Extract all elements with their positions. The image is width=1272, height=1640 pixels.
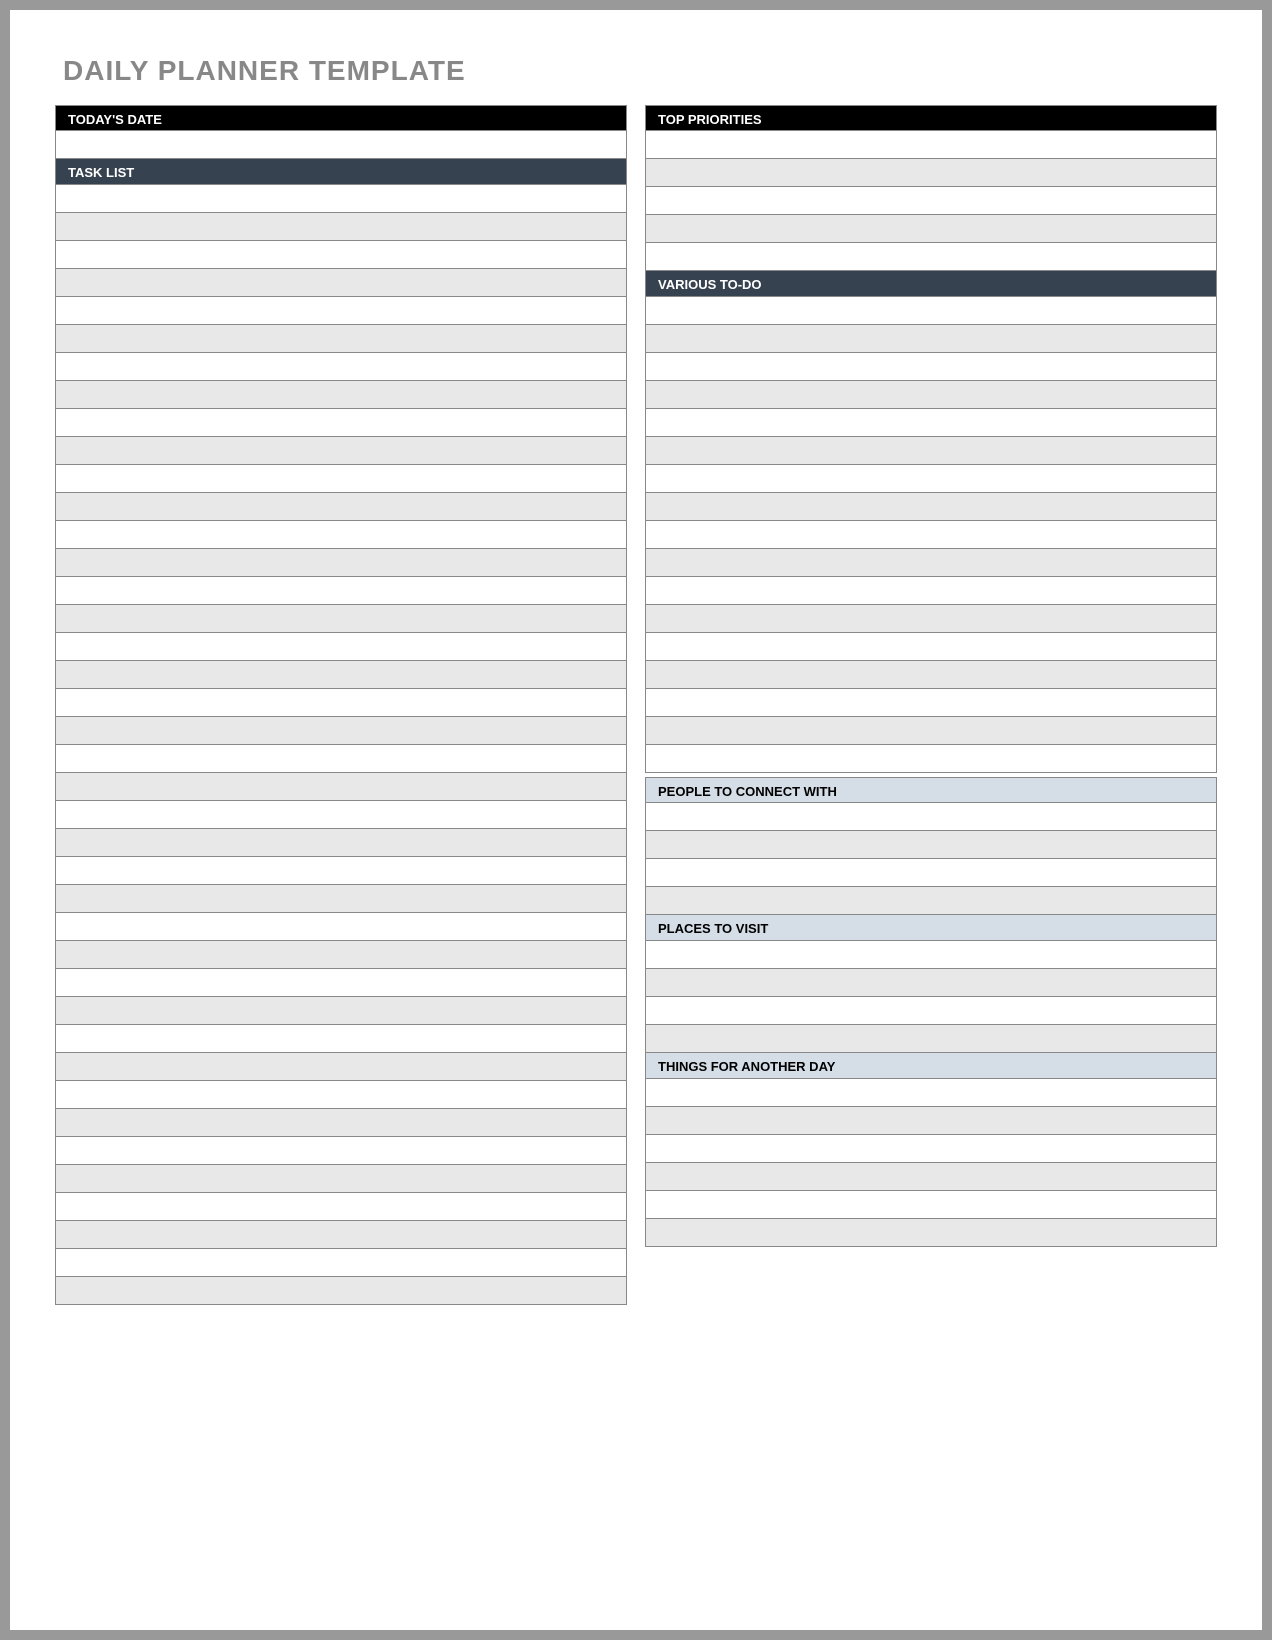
task-row[interactable]	[55, 437, 627, 465]
todo-row[interactable]	[645, 353, 1217, 381]
task-row[interactable]	[55, 1081, 627, 1109]
task-row[interactable]	[55, 465, 627, 493]
people-row[interactable]	[645, 887, 1217, 915]
task-row[interactable]	[55, 829, 627, 857]
page-title: DAILY PLANNER TEMPLATE	[63, 55, 1217, 87]
priority-row[interactable]	[645, 131, 1217, 159]
another-row[interactable]	[645, 1079, 1217, 1107]
task-row[interactable]	[55, 1249, 627, 1277]
todo-row[interactable]	[645, 577, 1217, 605]
task-row[interactable]	[55, 857, 627, 885]
people-connect-header: PEOPLE TO CONNECT WITH	[645, 777, 1217, 803]
task-row[interactable]	[55, 745, 627, 773]
priority-row[interactable]	[645, 159, 1217, 187]
another-row[interactable]	[645, 1191, 1217, 1219]
priority-row[interactable]	[645, 243, 1217, 271]
task-list-header: TASK LIST	[55, 159, 627, 185]
task-row[interactable]	[55, 913, 627, 941]
todo-row[interactable]	[645, 409, 1217, 437]
task-row[interactable]	[55, 269, 627, 297]
top-priorities-header: TOP PRIORITIES	[645, 105, 1217, 131]
todo-row[interactable]	[645, 661, 1217, 689]
task-row[interactable]	[55, 969, 627, 997]
todo-row[interactable]	[645, 521, 1217, 549]
task-row[interactable]	[55, 1137, 627, 1165]
todo-row[interactable]	[645, 437, 1217, 465]
todo-row[interactable]	[645, 325, 1217, 353]
right-column: TOP PRIORITIES VARIOUS TO-DO	[645, 105, 1217, 1305]
places-row[interactable]	[645, 941, 1217, 969]
another-row[interactable]	[645, 1107, 1217, 1135]
date-input-row[interactable]	[55, 131, 627, 159]
task-row[interactable]	[55, 633, 627, 661]
todo-row[interactable]	[645, 549, 1217, 577]
various-todo-header: VARIOUS TO-DO	[645, 271, 1217, 297]
task-row[interactable]	[55, 773, 627, 801]
task-row[interactable]	[55, 1109, 627, 1137]
task-row[interactable]	[55, 521, 627, 549]
left-column: TODAY'S DATE TASK LIST	[55, 105, 627, 1305]
task-row[interactable]	[55, 409, 627, 437]
places-visit-header: PLACES TO VISIT	[645, 915, 1217, 941]
priority-row[interactable]	[645, 215, 1217, 243]
todo-row[interactable]	[645, 465, 1217, 493]
another-row[interactable]	[645, 1163, 1217, 1191]
another-row[interactable]	[645, 1219, 1217, 1247]
people-row[interactable]	[645, 859, 1217, 887]
page: DAILY PLANNER TEMPLATE TODAY'S DATE TASK…	[10, 10, 1262, 1630]
places-row[interactable]	[645, 969, 1217, 997]
todo-row[interactable]	[645, 297, 1217, 325]
todo-row[interactable]	[645, 381, 1217, 409]
todo-row[interactable]	[645, 689, 1217, 717]
todo-row[interactable]	[645, 745, 1217, 773]
priority-row[interactable]	[645, 187, 1217, 215]
todo-row[interactable]	[645, 633, 1217, 661]
places-row[interactable]	[645, 997, 1217, 1025]
task-row[interactable]	[55, 801, 627, 829]
task-row[interactable]	[55, 1277, 627, 1305]
task-row[interactable]	[55, 605, 627, 633]
task-row[interactable]	[55, 185, 627, 213]
task-row[interactable]	[55, 689, 627, 717]
task-row[interactable]	[55, 1165, 627, 1193]
task-row[interactable]	[55, 325, 627, 353]
people-row[interactable]	[645, 831, 1217, 859]
task-row[interactable]	[55, 941, 627, 969]
task-row[interactable]	[55, 297, 627, 325]
todays-date-header: TODAY'S DATE	[55, 105, 627, 131]
todo-row[interactable]	[645, 605, 1217, 633]
task-row[interactable]	[55, 493, 627, 521]
task-row[interactable]	[55, 577, 627, 605]
things-another-header: THINGS FOR ANOTHER DAY	[645, 1053, 1217, 1079]
task-row[interactable]	[55, 1053, 627, 1081]
task-row[interactable]	[55, 661, 627, 689]
people-row[interactable]	[645, 803, 1217, 831]
places-row[interactable]	[645, 1025, 1217, 1053]
task-row[interactable]	[55, 549, 627, 577]
another-row[interactable]	[645, 1135, 1217, 1163]
task-row[interactable]	[55, 717, 627, 745]
task-row[interactable]	[55, 885, 627, 913]
task-row[interactable]	[55, 241, 627, 269]
todo-row[interactable]	[645, 717, 1217, 745]
task-row[interactable]	[55, 353, 627, 381]
task-row[interactable]	[55, 1025, 627, 1053]
task-row[interactable]	[55, 997, 627, 1025]
task-row[interactable]	[55, 1193, 627, 1221]
task-row[interactable]	[55, 381, 627, 409]
task-row[interactable]	[55, 1221, 627, 1249]
todo-row[interactable]	[645, 493, 1217, 521]
task-row[interactable]	[55, 213, 627, 241]
columns: TODAY'S DATE TASK LIST	[55, 105, 1217, 1305]
